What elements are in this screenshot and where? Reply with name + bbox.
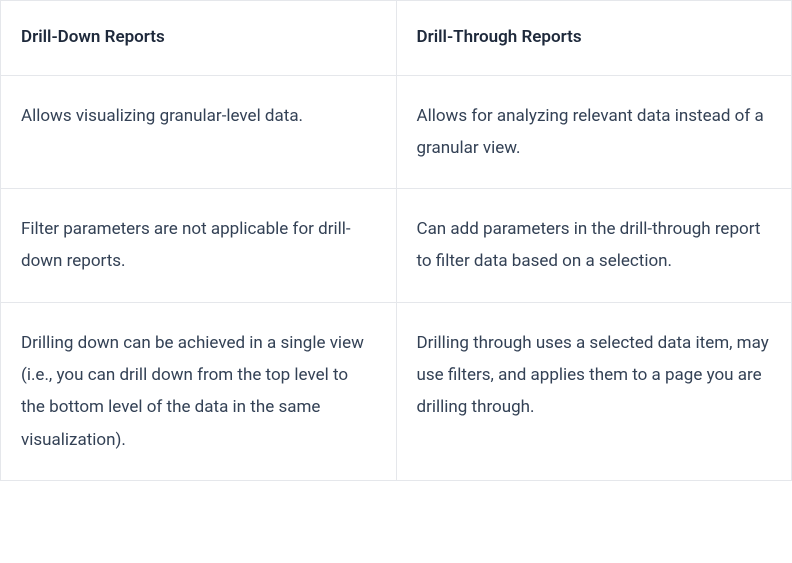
table-row: Filter parameters are not applicable for… bbox=[1, 189, 792, 303]
header-drill-through: Drill-Through Reports bbox=[396, 1, 792, 76]
cell-drill-through: Drilling through uses a selected data it… bbox=[396, 302, 792, 480]
cell-drill-down: Allows visualizing granular-level data. bbox=[1, 75, 397, 189]
cell-drill-down: Filter parameters are not applicable for… bbox=[1, 189, 397, 303]
cell-drill-through: Allows for analyzing relevant data inste… bbox=[396, 75, 792, 189]
comparison-table-container: Drill-Down Reports Drill-Through Reports… bbox=[0, 0, 792, 481]
cell-drill-through: Can add parameters in the drill-through … bbox=[396, 189, 792, 303]
header-drill-down: Drill-Down Reports bbox=[1, 1, 397, 76]
table-row: Drilling down can be achieved in a singl… bbox=[1, 302, 792, 480]
comparison-table: Drill-Down Reports Drill-Through Reports… bbox=[0, 0, 792, 481]
cell-drill-down: Drilling down can be achieved in a singl… bbox=[1, 302, 397, 480]
table-header-row: Drill-Down Reports Drill-Through Reports bbox=[1, 1, 792, 76]
table-row: Allows visualizing granular-level data. … bbox=[1, 75, 792, 189]
